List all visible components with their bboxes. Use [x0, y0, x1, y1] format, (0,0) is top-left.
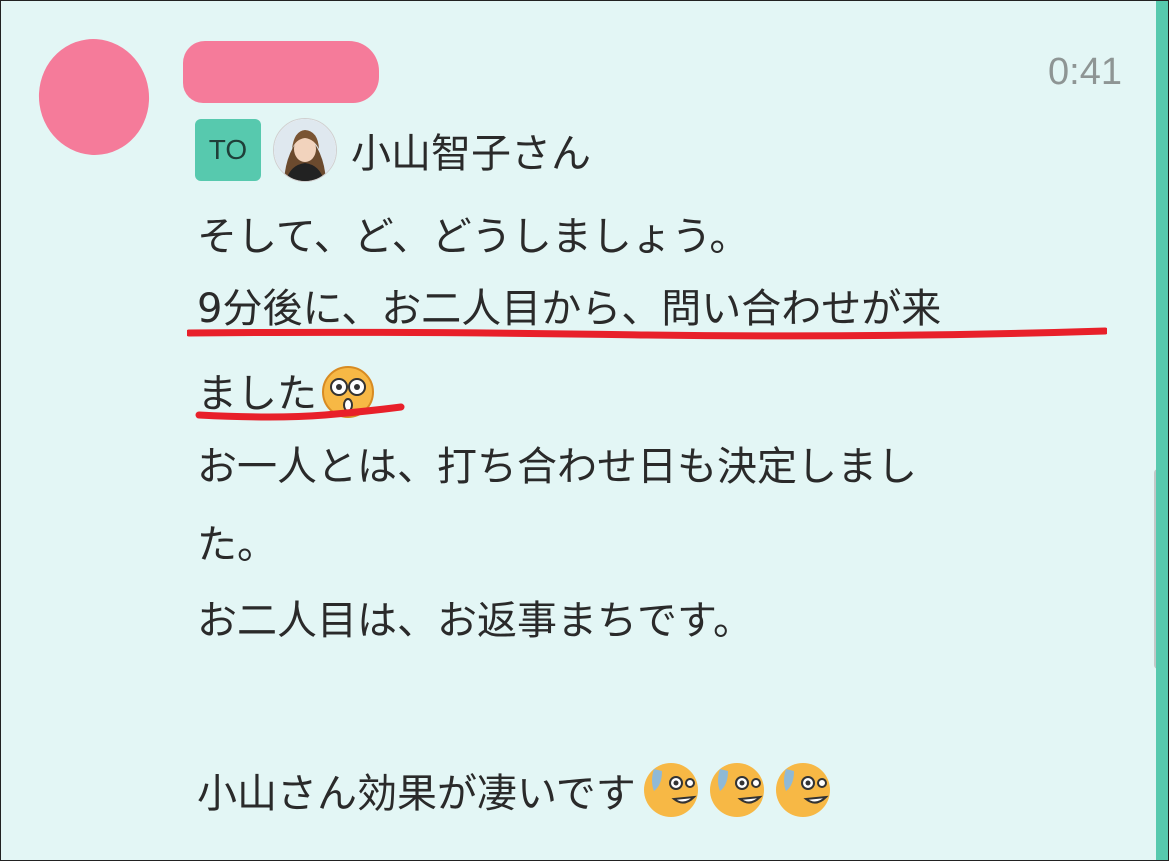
- message-line-1: そして、ど、どうしましょう。: [197, 214, 750, 260]
- to-badge: TO: [195, 119, 261, 181]
- message-line-8-text: 小山さん効果が凄いです: [197, 771, 636, 817]
- sender-avatar-redacted[interactable]: [31, 31, 157, 163]
- red-underline-line-2: [187, 327, 1107, 340]
- selected-message-accent-bar: [1156, 1, 1168, 860]
- grinning-sweat-face-emoji-icon: [706, 757, 768, 826]
- grinning-sweat-face-emoji-icon: [640, 757, 702, 826]
- to-mention-row: TO 小山智子さん: [195, 118, 591, 182]
- recipient-name: 小山智子さん: [351, 131, 591, 177]
- recipient-avatar-image: [274, 119, 336, 181]
- recipient-avatar[interactable]: [273, 118, 337, 182]
- message-line-4: お一人とは、打ち合わせ日も決定しまし: [197, 444, 917, 490]
- message-line-8: 小山さん効果が凄いです: [197, 757, 834, 826]
- chat-message-frame: 0:41 TO 小山智子さん そして、ど、どうしましょう。 9分後に、お二人目か…: [0, 0, 1169, 861]
- sender-name-redacted: [183, 41, 379, 103]
- grinning-sweat-face-emoji-icon: [772, 757, 834, 826]
- message-timestamp: 0:41: [1048, 51, 1122, 93]
- message-line-5: た。: [197, 522, 277, 568]
- message-line-6: お二人目は、お返事まちです。: [197, 598, 753, 644]
- red-underline-line-3: [195, 403, 405, 421]
